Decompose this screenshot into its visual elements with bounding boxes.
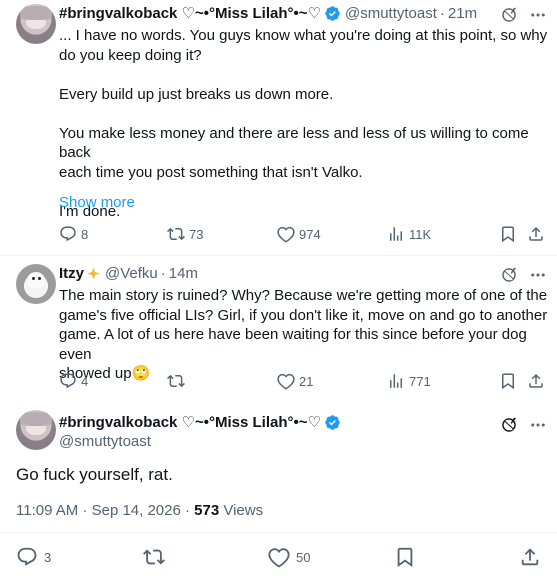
heart-icon xyxy=(277,226,295,243)
repost-icon xyxy=(167,374,185,388)
repost-icon xyxy=(167,227,185,241)
bookmark-icon xyxy=(397,547,413,568)
separator-dot: · xyxy=(439,4,445,22)
tweet-line: The main story is ruined? Why? Because w… xyxy=(59,287,548,304)
share-icon xyxy=(529,226,543,241)
views-count: 771 xyxy=(409,373,431,389)
handle[interactable]: @smuttytoast xyxy=(345,5,437,22)
handle[interactable]: @Vefku xyxy=(105,265,158,282)
sparkle-icon xyxy=(87,267,100,280)
reply-button[interactable]: 8 xyxy=(59,225,88,243)
avatar[interactable] xyxy=(16,410,56,450)
tweet-actions: 4 21 771 xyxy=(59,371,549,391)
like-count: 50 xyxy=(296,549,311,565)
tweet-1[interactable]: #bringvalkoback ♡~•°Miss Lilah°•~♡ @smut… xyxy=(0,0,557,255)
tweet-line xyxy=(59,104,557,124)
tweet-text: Go fuck yourself, rat. xyxy=(16,465,173,484)
display-name[interactable]: Itzy xyxy=(59,265,84,282)
bookmark-icon xyxy=(502,226,514,243)
repost-button[interactable]: 73 xyxy=(167,225,203,243)
more-dots-icon[interactable] xyxy=(529,416,547,434)
views-count: 11K xyxy=(409,226,432,242)
timestamp[interactable]: 14m xyxy=(169,265,198,282)
main-tweet: #bringvalkoback ♡~•°Miss Lilah°•~♡ @smut… xyxy=(0,396,557,578)
main-actions: 3 50 xyxy=(0,546,557,570)
reply-button[interactable]: 4 xyxy=(59,372,88,390)
avatar[interactable] xyxy=(16,4,56,44)
tweet-line: game's five official LIs? Girl, if you d… xyxy=(59,306,548,324)
display-name-row: #bringvalkoback ♡~•°Miss Lilah°•~♡ xyxy=(59,413,341,431)
grok-icon[interactable] xyxy=(500,416,518,434)
tweet-line: do you keep doing it? xyxy=(59,46,202,64)
share-icon xyxy=(521,548,539,566)
tweet-top-icons xyxy=(500,6,547,24)
repost-button[interactable] xyxy=(143,546,165,568)
like-count: 974 xyxy=(299,226,321,242)
verified-badge-icon xyxy=(325,5,340,21)
view-count: 573 xyxy=(194,502,220,519)
like-button[interactable]: 21 xyxy=(277,372,313,390)
tweet-actions: 8 73 974 11K xyxy=(59,224,549,244)
share-button[interactable] xyxy=(519,546,541,568)
tweet-meta: 11:09 AM · Sep 14, 2026 · 573 Views xyxy=(16,502,263,519)
views-label: Views xyxy=(219,502,264,519)
tweet-text: The main story is ruined? Why? Because w… xyxy=(59,286,557,384)
more-dots-icon[interactable] xyxy=(529,266,547,284)
tweet-header: Itzy @Vefku · 14m xyxy=(59,265,198,282)
like-button[interactable]: 50 xyxy=(268,546,310,568)
bookmark-button[interactable] xyxy=(394,546,416,568)
bookmark-button[interactable] xyxy=(499,372,517,390)
grok-icon[interactable] xyxy=(500,266,518,284)
views-icon xyxy=(390,374,402,388)
timestamp[interactable]: 11:09 AM · Sep 14, 2026 · xyxy=(16,502,194,519)
like-button[interactable]: 974 xyxy=(277,225,321,243)
reply-icon xyxy=(60,373,76,389)
like-count: 21 xyxy=(299,373,314,389)
avatar[interactable] xyxy=(16,264,56,304)
repost-icon xyxy=(143,549,165,565)
more-dots-icon[interactable] xyxy=(529,6,547,24)
divider xyxy=(0,532,557,533)
separator-dot: · xyxy=(160,265,166,282)
reply-count: 3 xyxy=(44,549,52,565)
tweet-header: #bringvalkoback ♡~•°Miss Lilah°•~♡ @smut… xyxy=(59,4,477,23)
repost-count: 73 xyxy=(189,226,204,242)
bookmark-button[interactable] xyxy=(499,225,517,243)
repost-button[interactable] xyxy=(167,372,189,390)
tweet-line: game. A lot of us here have been waiting… xyxy=(59,326,527,363)
reply-button[interactable]: 3 xyxy=(16,546,51,568)
handle[interactable]: @smuttytoast xyxy=(59,433,151,450)
reply-icon xyxy=(60,226,76,242)
tweet-top-icons xyxy=(500,266,547,284)
reply-icon xyxy=(17,547,37,566)
display-name[interactable]: #bringvalkoback ♡~•°Miss Lilah°•~♡ xyxy=(59,413,321,431)
tweet-line: Every build up just breaks us down more. xyxy=(59,85,334,103)
share-button[interactable] xyxy=(527,372,545,390)
bookmark-icon xyxy=(502,373,514,390)
heart-icon xyxy=(277,373,295,390)
timestamp[interactable]: 21m xyxy=(448,5,477,22)
tweet-line: each time you post something that isn't … xyxy=(59,163,363,181)
display-name[interactable]: #bringvalkoback ♡~•°Miss Lilah°•~♡ xyxy=(59,4,321,22)
tweet-line xyxy=(59,65,557,85)
reply-count: 8 xyxy=(81,226,89,242)
views-button[interactable]: 771 xyxy=(387,372,431,390)
share-button[interactable] xyxy=(527,225,545,243)
heart-icon xyxy=(268,548,290,568)
tweet-2[interactable]: Itzy @Vefku · 14m The main story is ruin… xyxy=(0,256,557,396)
reply-count: 4 xyxy=(81,373,89,389)
tweet-line: ... I have no words. You guys know what … xyxy=(59,27,548,44)
views-icon xyxy=(390,227,402,241)
share-icon xyxy=(529,373,543,388)
verified-badge-icon xyxy=(325,414,340,430)
grok-icon[interactable] xyxy=(500,6,518,24)
tweet-line: You make less money and there are less a… xyxy=(59,124,529,162)
tweet-top-icons xyxy=(500,416,547,434)
tweet-text: ... I have no words. You guys know what … xyxy=(59,26,557,221)
show-more-link[interactable]: Show more xyxy=(59,194,135,211)
views-button[interactable]: 11K xyxy=(387,225,431,243)
